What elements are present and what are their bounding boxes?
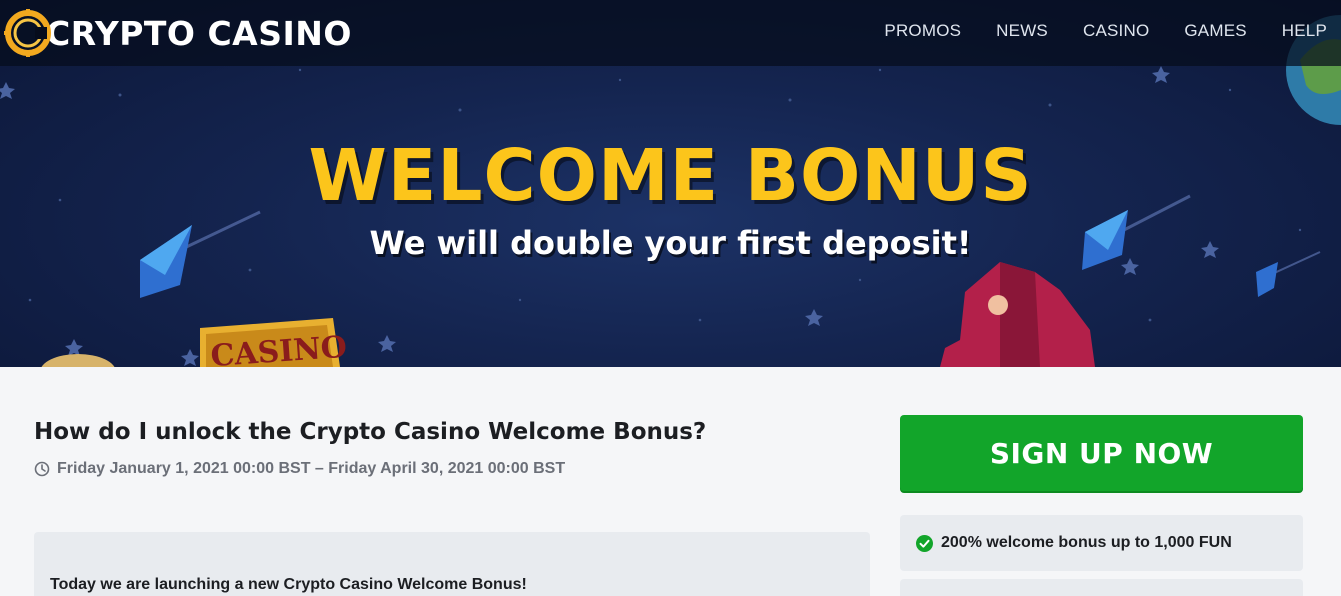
nav-help[interactable]: HELP (1282, 21, 1327, 41)
promo-content: How do I unlock the Crypto Casino Welcom… (0, 367, 1341, 596)
check-circle-icon (916, 534, 933, 552)
nav-casino[interactable]: CASINO (1083, 21, 1149, 41)
promo-date-range: Friday January 1, 2021 00:00 BST – Frida… (57, 460, 566, 477)
benefit-item (900, 579, 1303, 596)
benefit-item: 200% welcome bonus up to 1,000 FUN (900, 515, 1303, 571)
promo-intro: Today we are launching a new Crypto Casi… (50, 576, 527, 593)
nav-games[interactable]: GAMES (1184, 21, 1246, 41)
site-logo[interactable]: CRYPTO CASINO (4, 8, 352, 58)
benefit-text: 200% welcome bonus up to 1,000 FUN (941, 534, 1232, 551)
promo-info-box: Today we are launching a new Crypto Casi… (34, 532, 870, 596)
hero-subtitle: We will double your first deposit! (369, 224, 972, 262)
brand-name: CRYPTO CASINO (46, 13, 352, 53)
coin-logo-icon (4, 9, 51, 57)
promo-dates: Friday January 1, 2021 00:00 BST – Frida… (34, 460, 565, 478)
hero-title: WELCOME BONUS (308, 134, 1033, 217)
top-navbar: CRYPTO CASINO PROMOS NEWS CASINO GAMES H… (0, 0, 1341, 66)
clock-icon (34, 461, 50, 477)
promo-heading: How do I unlock the Crypto Casino Welcom… (34, 419, 707, 445)
sign-up-button[interactable]: SIGN UP NOW (900, 415, 1303, 491)
main-nav: PROMOS NEWS CASINO GAMES HELP (884, 0, 1341, 62)
nav-news[interactable]: NEWS (996, 21, 1048, 41)
hero-banner: CASINO CRYPTO CASINO PROMOS NEWS CASINO … (0, 0, 1341, 367)
nav-promos[interactable]: PROMOS (884, 21, 961, 41)
